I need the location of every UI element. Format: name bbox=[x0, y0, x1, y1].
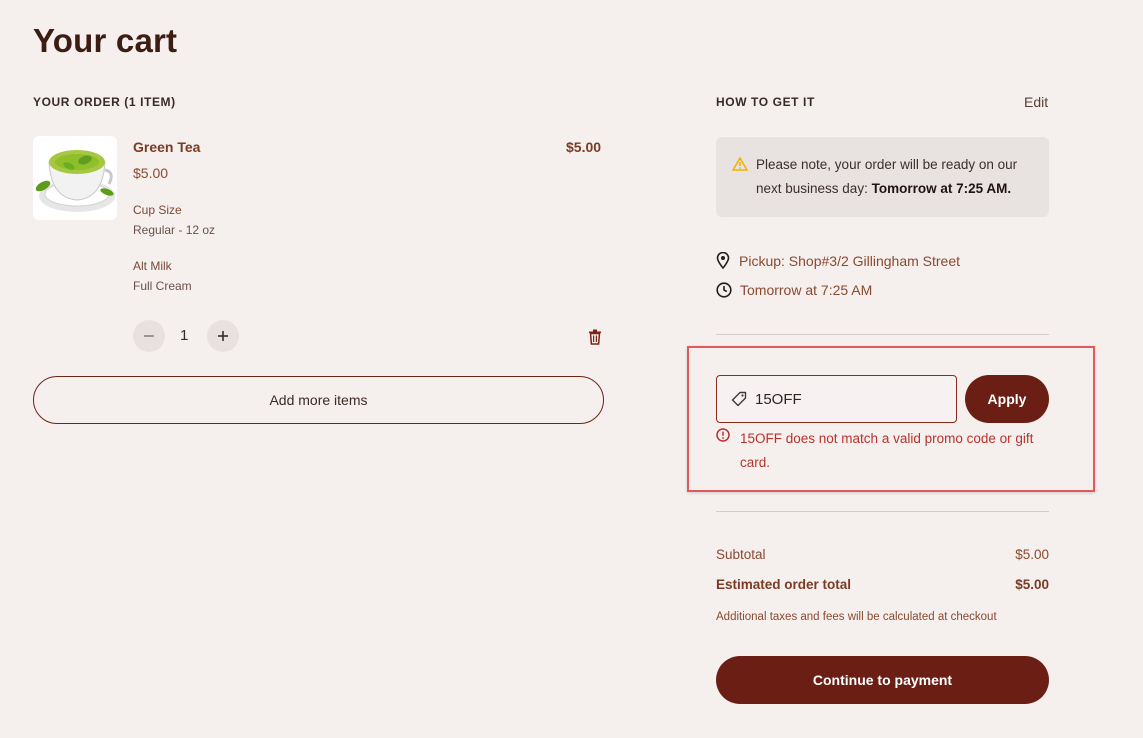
plus-icon bbox=[218, 331, 228, 341]
continue-to-payment-button[interactable]: Continue to payment bbox=[716, 656, 1049, 704]
how-to-get-it-heading: HOW TO GET IT bbox=[716, 95, 815, 109]
add-more-items-button[interactable]: Add more items bbox=[33, 376, 604, 424]
promo-code-field[interactable] bbox=[716, 375, 957, 423]
option-label-cup-size: Cup Size bbox=[133, 203, 182, 217]
item-name[interactable]: Green Tea bbox=[133, 139, 200, 155]
order-total-label: Estimated order total bbox=[716, 577, 852, 592]
pickup-time: Tomorrow at 7:25 AM bbox=[716, 282, 872, 298]
ready-time-emphasis: Tomorrow at 7:25 AM. bbox=[871, 181, 1012, 196]
item-image bbox=[33, 136, 117, 220]
divider bbox=[716, 511, 1049, 512]
option-label-alt-milk: Alt Milk bbox=[133, 259, 172, 273]
location-pin-icon bbox=[716, 252, 730, 269]
subtotal-value: $5.00 bbox=[1015, 547, 1049, 562]
decrease-quantity-button[interactable] bbox=[133, 320, 165, 352]
increase-quantity-button[interactable] bbox=[207, 320, 239, 352]
trash-icon[interactable] bbox=[588, 329, 602, 345]
tag-icon bbox=[731, 391, 747, 407]
pickup-text: Pickup: Shop#3/2 Gillingham Street bbox=[739, 252, 961, 269]
error-icon bbox=[716, 428, 730, 442]
pickup-location: Pickup: Shop#3/2 Gillingham Street bbox=[716, 252, 960, 269]
subtotal-label: Subtotal bbox=[716, 547, 766, 562]
divider bbox=[716, 334, 1049, 335]
ready-time-notice: Please note, your order will be ready on… bbox=[716, 137, 1049, 217]
green-tea-cup-icon bbox=[35, 150, 115, 212]
promo-code-input[interactable] bbox=[755, 390, 945, 408]
order-heading: YOUR ORDER (1 ITEM) bbox=[33, 95, 176, 109]
promo-error-message: 15OFF does not match a valid promo code … bbox=[740, 431, 1034, 470]
item-line-total: $5.00 bbox=[566, 139, 602, 155]
subtotal-row: Subtotal $5.00 bbox=[716, 547, 1049, 562]
order-total-value: $5.00 bbox=[1015, 577, 1049, 592]
notice-text-line-2: next business day: Tomorrow at 7:25 AM. bbox=[756, 181, 1012, 196]
warning-icon bbox=[732, 157, 748, 171]
quantity-value: 1 bbox=[180, 327, 189, 344]
page-title: Your cart bbox=[33, 22, 178, 59]
option-value-alt-milk: Full Cream bbox=[133, 279, 192, 293]
fees-note: Additional taxes and fees will be calcul… bbox=[716, 611, 997, 623]
order-total-row: Estimated order total $5.00 bbox=[716, 577, 1049, 592]
option-value-cup-size: Regular - 12 oz bbox=[133, 223, 216, 237]
item-price: $5.00 bbox=[133, 165, 169, 181]
clock-icon bbox=[716, 282, 732, 298]
pickup-time-text: Tomorrow at 7:25 AM bbox=[740, 282, 873, 298]
minus-icon bbox=[144, 335, 154, 337]
notice-text-line-1: Please note, your order will be ready on… bbox=[756, 157, 1018, 172]
apply-promo-button[interactable]: Apply bbox=[965, 375, 1049, 423]
edit-fulfillment-link[interactable]: Edit bbox=[1024, 94, 1048, 110]
